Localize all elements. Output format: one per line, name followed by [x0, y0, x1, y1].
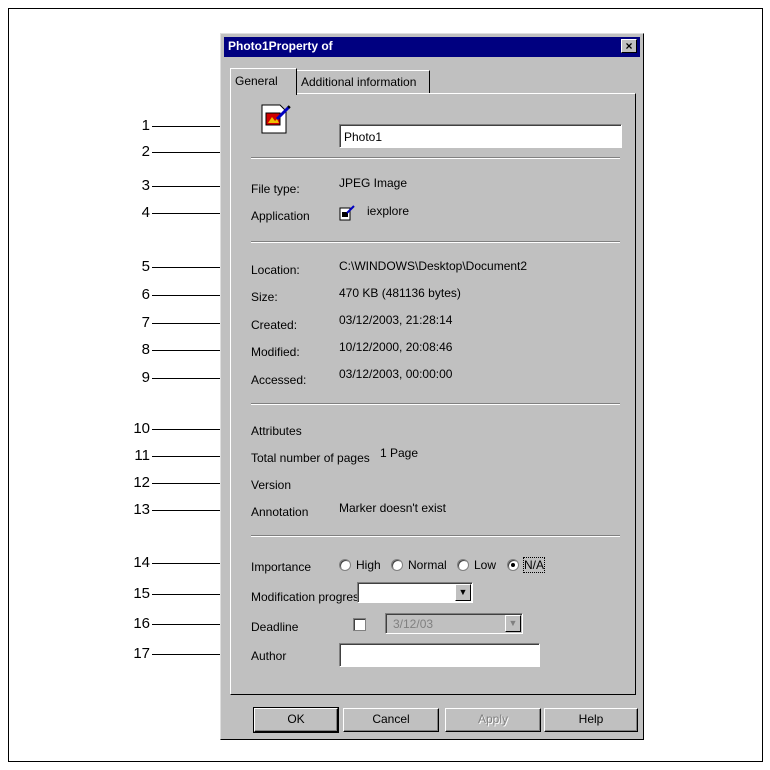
- separator: [251, 535, 620, 537]
- annotation-value: Marker doesn't exist: [339, 501, 446, 515]
- created-label: Created:: [251, 318, 298, 332]
- callout-number: 15: [133, 585, 150, 602]
- importance-na-label[interactable]: N/A: [522, 557, 546, 573]
- importance-high-radio[interactable]: [339, 559, 351, 571]
- name-field-value: Photo1: [344, 130, 383, 144]
- callout-number: 14: [133, 554, 150, 571]
- name-field[interactable]: Photo1: [339, 124, 622, 148]
- separator: [251, 157, 620, 159]
- general-panel: Photo1 File type: JPEG Image Application…: [230, 93, 636, 695]
- callout-number: 10: [133, 420, 150, 437]
- file-type-value: JPEG Image: [339, 176, 408, 190]
- author-label: Author: [251, 649, 287, 663]
- tab-general-label: General: [235, 74, 278, 88]
- deadline-date-field[interactable]: 3/12/03 ▼: [385, 613, 523, 634]
- modification-progress-label: Modification progress: [251, 590, 366, 604]
- dialog-title: Photo1Property of: [228, 39, 333, 53]
- tab-additional-information[interactable]: Additional information: [296, 70, 430, 93]
- callout-number: 16: [133, 615, 150, 632]
- deadline-date-value: 3/12/03: [393, 617, 434, 631]
- annotation-label: Annotation: [251, 505, 309, 519]
- accessed-label: Accessed:: [251, 373, 307, 387]
- apply-button[interactable]: Apply: [445, 708, 541, 732]
- size-value: 470 KB (481136 bytes): [339, 286, 461, 300]
- chevron-down-icon[interactable]: ▼: [505, 615, 521, 632]
- deadline-checkbox[interactable]: [353, 618, 366, 631]
- importance-high-label[interactable]: High: [356, 558, 381, 572]
- file-type-label: File type:: [251, 182, 300, 196]
- callout-number: 9: [141, 369, 150, 386]
- callout-number: 7: [141, 314, 150, 331]
- attributes-label: Attributes: [251, 424, 302, 438]
- importance-low-radio[interactable]: [457, 559, 469, 571]
- close-button[interactable]: ×: [621, 39, 637, 53]
- separator: [251, 241, 620, 243]
- callout-number: 2: [141, 143, 150, 160]
- application-value: iexplore: [367, 204, 410, 218]
- importance-normal-radio[interactable]: [391, 559, 403, 571]
- callout-number: 11: [134, 447, 150, 464]
- ok-button[interactable]: OK: [253, 707, 339, 733]
- help-button[interactable]: Help: [544, 708, 638, 732]
- deadline-label: Deadline: [251, 620, 299, 634]
- tab-additional-information-label: Additional information: [301, 75, 417, 89]
- application-label: Application: [251, 209, 310, 223]
- modification-progress-select[interactable]: ▼: [357, 582, 473, 603]
- callout-number: 4: [141, 204, 150, 221]
- callout-number: 6: [141, 286, 150, 303]
- importance-label: Importance: [251, 560, 312, 574]
- accessed-value: 03/12/2003, 00:00:00: [339, 367, 453, 381]
- size-label: Size:: [251, 290, 278, 304]
- importance-normal-label[interactable]: Normal: [408, 558, 447, 572]
- importance-na-radio[interactable]: [507, 559, 519, 571]
- created-value: 03/12/2003, 21:28:14: [339, 313, 453, 327]
- callout-number: 1: [141, 117, 150, 134]
- callout-number: 8: [141, 341, 150, 358]
- location-value: C:\WINDOWS\Desktop\Document2: [339, 259, 528, 273]
- cancel-button[interactable]: Cancel: [343, 708, 439, 732]
- version-label: Version: [251, 478, 292, 492]
- tab-general[interactable]: General: [230, 68, 297, 95]
- location-label: Location:: [251, 263, 300, 277]
- modified-value: 10/12/2000, 20:08:46: [339, 340, 453, 354]
- chevron-down-icon[interactable]: ▼: [455, 584, 471, 601]
- title-bar[interactable]: Photo1Property of ×: [224, 37, 640, 57]
- importance-low-label[interactable]: Low: [474, 558, 496, 572]
- separator: [251, 403, 620, 405]
- callout-number: 13: [133, 501, 150, 518]
- modified-label: Modified:: [251, 345, 300, 359]
- iexplore-icon: [339, 205, 355, 221]
- callout-number: 17: [133, 645, 150, 662]
- callout-number: 5: [141, 258, 150, 275]
- callout-number: 12: [133, 474, 150, 491]
- image-file-icon: [260, 103, 292, 135]
- total-pages-label: Total number of pages: [251, 451, 370, 465]
- total-pages-value: 1 Page: [380, 446, 419, 460]
- author-field[interactable]: [339, 643, 540, 667]
- callout-number: 3: [141, 177, 150, 194]
- properties-dialog: Photo1Property of × General Additional i…: [220, 33, 644, 740]
